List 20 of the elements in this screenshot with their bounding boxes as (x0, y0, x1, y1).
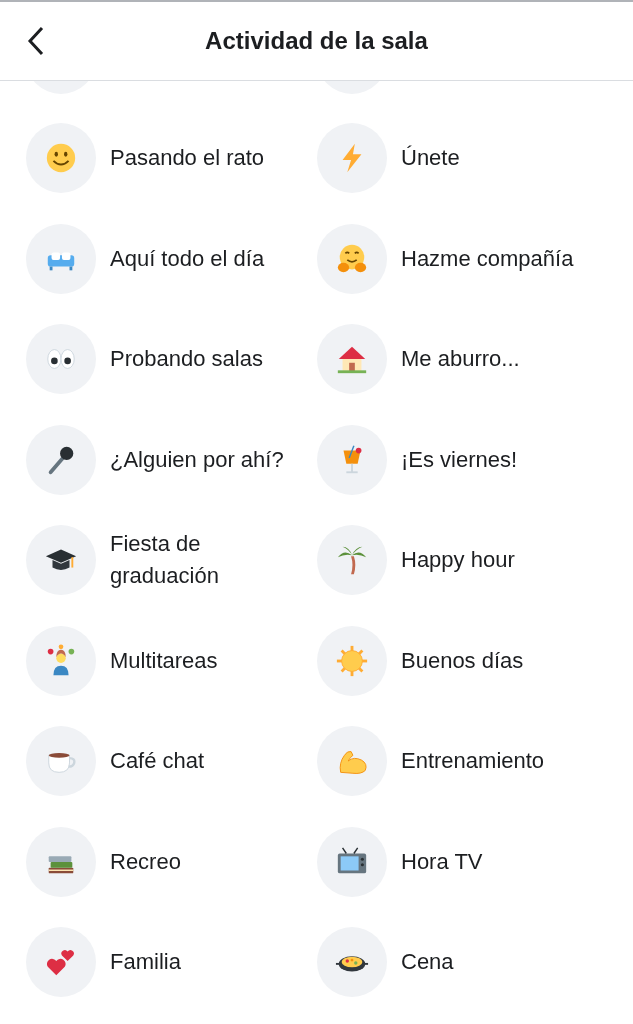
activity-label[interactable]: Únete (401, 142, 460, 175)
activity-label[interactable]: ¿Alguien por ahí? (110, 443, 284, 476)
activity-label[interactable]: Aquí todo el día (110, 242, 265, 275)
activity-label[interactable]: Recreo (110, 845, 181, 878)
activity-label[interactable]: Pasando el rato (110, 142, 265, 175)
activity-label[interactable]: Familia (110, 946, 181, 979)
activity-label[interactable]: Happy hour (401, 544, 515, 577)
sun-icon (335, 643, 369, 678)
activity-label[interactable]: Fiesta de graduación (110, 528, 300, 593)
activity-label[interactable]: ¡Es viernes! (401, 443, 518, 476)
activity-label[interactable]: Café chat (110, 745, 205, 778)
activity-label[interactable]: Multitareas (110, 644, 218, 677)
activity-label[interactable]: Entrenamiento (401, 745, 545, 778)
activity-label[interactable]: Hora TV (401, 845, 483, 878)
activity-label[interactable]: Me aburro... (401, 343, 520, 376)
activity-label[interactable]: Hazme compañía (401, 242, 574, 275)
activity-label[interactable]: Cena (401, 946, 454, 979)
page-title: Actividad de la sala (205, 27, 428, 55)
activity-label[interactable]: Buenos días (401, 644, 524, 677)
activity-label[interactable]: Probando salas (110, 343, 263, 376)
